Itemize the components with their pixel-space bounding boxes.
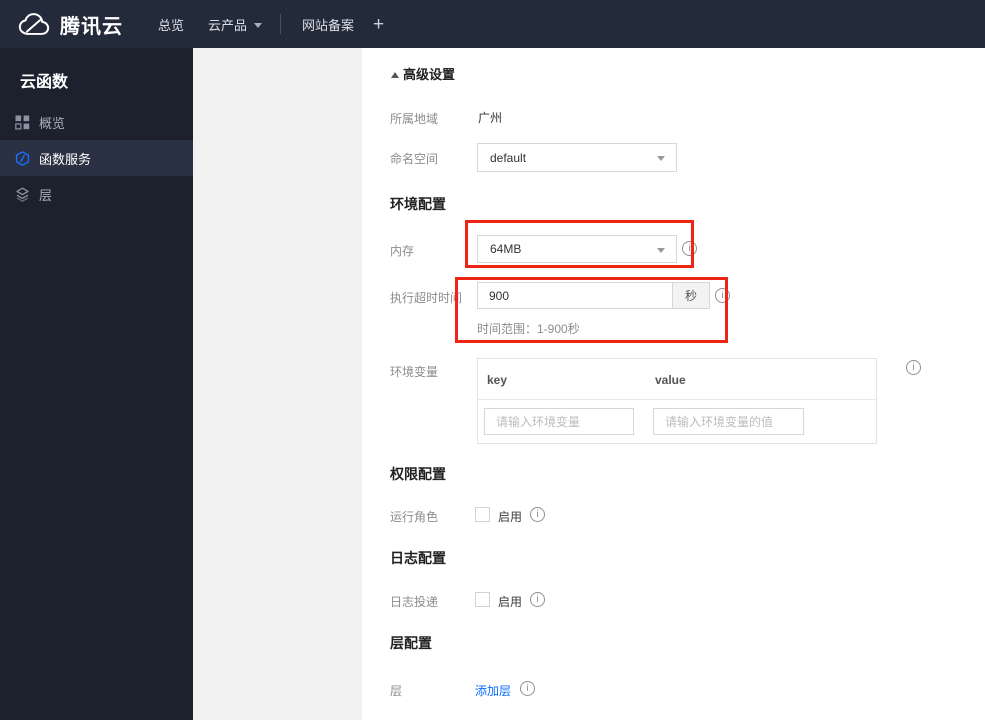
nav-item-cloud-products[interactable]: 云产品 (208, 15, 263, 34)
function-list-panel (193, 48, 362, 720)
timeout-input[interactable] (477, 282, 673, 309)
sidebar-item-label: 概览 (39, 115, 66, 131)
env-vars-table: key value (477, 358, 877, 444)
sidebar-item-overview[interactable]: 概览 (0, 104, 193, 140)
env-vars-value-header: value (655, 373, 686, 387)
sidebar: 云函数 概览 函数服务 层 (0, 48, 193, 720)
namespace-selected-value: default (490, 150, 527, 165)
chevron-down-icon (657, 156, 665, 161)
timeout-info-icon[interactable]: i (715, 288, 730, 303)
add-layer-link[interactable]: 添加层 (475, 682, 511, 699)
sidebar-title: 云函数 (20, 74, 69, 91)
env-vars-header-row: key value (478, 359, 876, 400)
env-vars-info-icon[interactable]: i (906, 360, 921, 375)
advanced-settings-toggle[interactable]: 高级设置 (403, 64, 455, 83)
top-navbar: 腾讯云 总览 云产品 网站备案 + (0, 0, 985, 48)
timeout-range-hint: 时间范围：1-900秒 (477, 322, 580, 336)
memory-select[interactable]: 64MB (477, 235, 677, 263)
run-role-info-icon[interactable]: i (530, 507, 545, 522)
grid-icon (15, 115, 30, 129)
memory-info-icon[interactable]: i (682, 241, 697, 256)
add-nav-tab-button[interactable]: + (373, 15, 384, 34)
navbar-divider (280, 14, 282, 34)
env-config-heading: 环境配置 (390, 196, 446, 212)
memory-label: 内存 (390, 244, 415, 258)
nav-item-overview[interactable]: 总览 (158, 15, 184, 34)
chevron-down-icon (657, 248, 665, 253)
run-role-checkbox[interactable] (475, 507, 490, 522)
sidebar-item-layers[interactable]: 层 (0, 176, 193, 212)
function-config-form: 高级设置 所属地域 广州 命名空间 default 环境配置 内存 64MB i… (362, 48, 985, 720)
sidebar-item-function-service[interactable]: 函数服务 (0, 140, 193, 176)
layer-config-heading: 层配置 (390, 635, 432, 651)
log-delivery-enable-label: 启用 (498, 595, 523, 609)
env-vars-label: 环境变量 (390, 365, 439, 379)
env-vars-key-header: key (487, 373, 508, 387)
timeout-label: 执行超时时间 (390, 291, 463, 305)
log-config-heading: 日志配置 (390, 550, 446, 566)
namespace-select[interactable]: default (477, 143, 677, 172)
brand-logo[interactable]: 腾讯云 (17, 10, 123, 39)
run-role-enable-label: 启用 (498, 510, 523, 524)
perm-config-heading: 权限配置 (390, 466, 446, 482)
collapse-triangle-icon (391, 72, 399, 78)
memory-selected-value: 64MB (490, 242, 522, 256)
run-role-label: 运行角色 (390, 510, 439, 524)
env-var-value-input[interactable] (653, 408, 804, 435)
add-layer-info-icon[interactable]: i (520, 681, 535, 696)
sidebar-item-label: 层 (39, 187, 53, 203)
region-value: 广州 (478, 111, 503, 125)
timeout-field: 秒 (477, 282, 710, 309)
chevron-down-icon (254, 22, 263, 28)
namespace-label: 命名空间 (390, 152, 439, 166)
nav-item-website-icp[interactable]: 网站备案 (302, 15, 354, 34)
cloud-logo-icon (18, 12, 50, 35)
timeout-unit-button[interactable]: 秒 (673, 282, 710, 309)
tencent-cloud-console-page: 腾讯云 总览 云产品 网站备案 + 云函数 概览 函数服务 层 高级设置 所属地… (0, 0, 985, 720)
brand-name: 腾讯云 (60, 15, 123, 38)
region-label: 所属地域 (390, 112, 439, 126)
log-delivery-info-icon[interactable]: i (530, 592, 545, 607)
sidebar-menu: 概览 函数服务 层 (0, 104, 193, 212)
log-delivery-checkbox[interactable] (475, 592, 490, 607)
env-var-key-input[interactable] (484, 408, 634, 435)
sidebar-item-label: 函数服务 (39, 151, 92, 167)
layers-icon (16, 187, 29, 202)
log-delivery-label: 日志投递 (390, 595, 439, 609)
function-hexagon-icon (15, 150, 30, 166)
layer-label: 层 (390, 684, 403, 698)
